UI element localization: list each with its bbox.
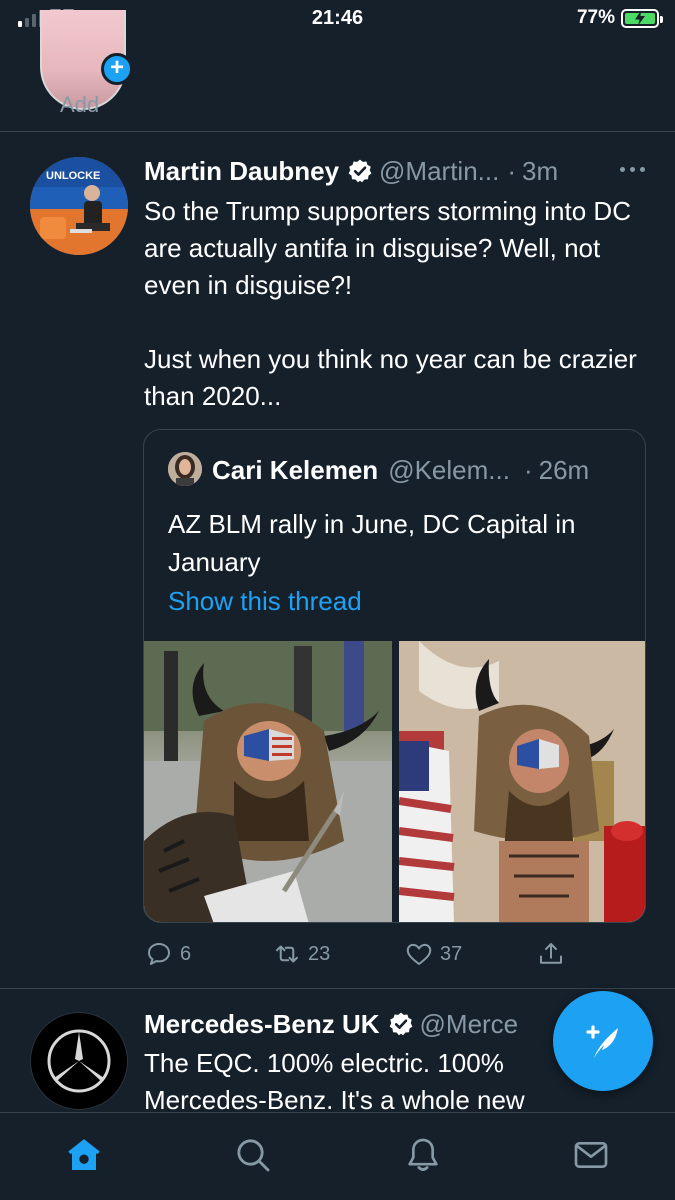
quoted-tweet[interactable]: Cari Kelemen @Kelem... · 26m AZ BLM rall… bbox=[143, 429, 646, 923]
compose-button[interactable] bbox=[553, 991, 653, 1091]
quote-time: 26m bbox=[538, 454, 590, 485]
battery-icon bbox=[621, 8, 663, 28]
share-button[interactable] bbox=[536, 939, 566, 969]
fleets-row: + Add bbox=[0, 10, 675, 132]
battery-percent: 77% bbox=[576, 7, 615, 28]
nav-notifications[interactable] bbox=[403, 1135, 443, 1175]
retweet-count: 23 bbox=[308, 942, 331, 965]
verified-icon bbox=[348, 159, 372, 183]
like-icon bbox=[406, 943, 432, 965]
quote-separator-dot: · bbox=[523, 454, 533, 485]
reply-button[interactable]: 6 bbox=[144, 939, 191, 969]
tweet-header: Martin Daubney @Martin... · 3m bbox=[144, 153, 655, 189]
share-icon bbox=[540, 943, 562, 964]
reply-icon bbox=[148, 943, 170, 965]
retweet-icon bbox=[276, 945, 298, 963]
show-thread-link[interactable]: Show this thread bbox=[168, 586, 362, 617]
quote-author-handle[interactable]: @Kelem... bbox=[388, 455, 510, 486]
verified-icon bbox=[389, 1012, 412, 1036]
author-handle[interactable]: @Merce bbox=[420, 1009, 519, 1040]
tweet-text: So the Trump supporters storming into DC… bbox=[144, 196, 637, 411]
like-count: 37 bbox=[440, 942, 463, 965]
search-icon bbox=[237, 1139, 270, 1172]
media-image-right[interactable] bbox=[399, 641, 645, 922]
bottom-nav bbox=[0, 1112, 675, 1200]
retweet-button[interactable]: 23 bbox=[272, 939, 330, 969]
author-name[interactable]: Mercedes-Benz UK bbox=[144, 1009, 380, 1040]
messages-icon bbox=[574, 1142, 608, 1168]
quote-media[interactable] bbox=[144, 641, 645, 922]
quote-text: AZ BLM rally in June, DC Capital in Janu… bbox=[168, 509, 576, 577]
quote-header: Cari Kelemen @Kelem... · 26m bbox=[212, 452, 629, 488]
tweet-actions: 6 23 37 bbox=[144, 939, 584, 973]
tweet-text: The EQC. 100% electric. 100% Mercedes-Be… bbox=[144, 1048, 525, 1112]
status-right: 77% bbox=[576, 6, 663, 30]
home-icon bbox=[68, 1139, 100, 1170]
quote-author-name[interactable]: Cari Kelemen bbox=[212, 455, 378, 486]
reply-count: 6 bbox=[180, 942, 192, 965]
author-name[interactable]: Martin Daubney bbox=[144, 156, 339, 187]
nav-search[interactable] bbox=[233, 1135, 273, 1175]
quote-avatar[interactable] bbox=[168, 452, 202, 486]
more-icon[interactable] bbox=[620, 167, 645, 172]
tweet[interactable]: UNLOCKE Martin Daubney @Martin... · 3m S… bbox=[0, 133, 675, 989]
media-image-left[interactable] bbox=[144, 641, 392, 922]
like-button[interactable]: 37 bbox=[404, 939, 462, 969]
nav-messages[interactable] bbox=[571, 1135, 611, 1175]
mercedes-logo-icon bbox=[47, 1029, 111, 1093]
compose-icon bbox=[586, 1025, 618, 1058]
tweet-time: 3m bbox=[522, 155, 559, 186]
tweet-header: Mercedes-Benz UK @Merce bbox=[144, 1006, 518, 1042]
separator-dot: · bbox=[507, 155, 517, 186]
avatar-banner-text: UNLOCKE bbox=[46, 170, 100, 182]
author-handle[interactable]: @Martin... bbox=[379, 156, 499, 187]
notifications-icon bbox=[408, 1138, 438, 1171]
plus-icon[interactable]: + bbox=[101, 53, 133, 85]
avatar[interactable]: UNLOCKE bbox=[30, 157, 128, 255]
fleet-add-label[interactable]: Add bbox=[60, 92, 99, 118]
nav-home[interactable] bbox=[64, 1135, 104, 1175]
avatar[interactable] bbox=[30, 1012, 128, 1110]
